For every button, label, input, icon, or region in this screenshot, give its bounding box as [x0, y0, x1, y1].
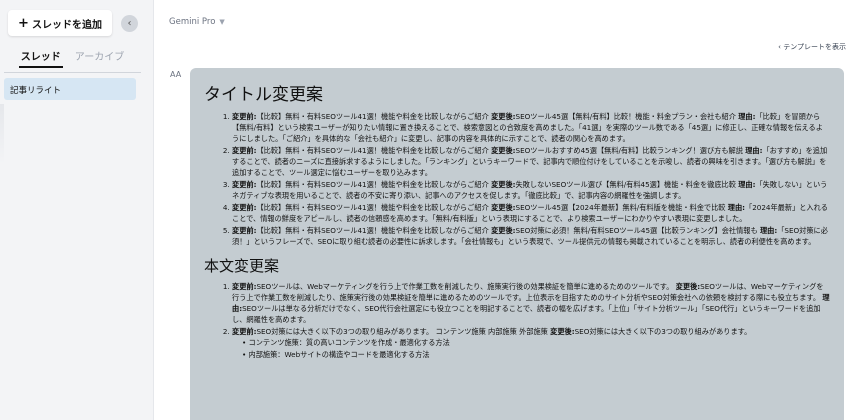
list-item: 変更前:【比較】無料・有料SEOツール41選！機能や料金を比較しながらご紹介 変… [232, 179, 830, 201]
divider [4, 72, 141, 73]
main-panel: Gemini Pro▼ ‹ テンプレートを表示 AA タイトル変更案 変更前:【… [153, 0, 868, 420]
show-template-link[interactable]: ‹ テンプレートを表示 [778, 42, 846, 52]
model-select[interactable]: Gemini Pro ▼ [169, 17, 225, 27]
topbar: Gemini Pro ▼ [154, 0, 868, 34]
title-suggestions: 変更前:【比較】無料・有料SEOツール41選！機能や料金を比較しながらご紹介 変… [204, 111, 830, 247]
chevron-down-icon: ▼ [219, 18, 225, 26]
assistant-avatar: AA [170, 70, 182, 79]
show-template-label: テンプレートを表示 [783, 43, 846, 51]
sub-list: コンテンツ施策：質の高いコンテンツを作成・最適化する方法 内部施策：Webサイト… [232, 337, 830, 360]
sub-list-item: コンテンツ施策：質の高いコンテンツを作成・最適化する方法 [242, 337, 830, 348]
body-suggestions: 変更前:SEOツールは、Webマーケティングを行う上で作業工数を削減したり、施策… [204, 281, 830, 360]
sidebar: + スレッドを追加 ‹ スレッド アーカイブ 記事リライト [0, 0, 145, 420]
model-select-value: Gemini Pro [169, 17, 216, 27]
add-thread-label: スレッドを追加 [31, 19, 102, 31]
sidebar-tabs: スレッド アーカイブ [0, 46, 145, 68]
list-item: 変更前:【比較】無料・有料SEOツール41選！機能や料金を比較しながらご紹介 変… [232, 202, 830, 224]
chevron-left-icon: ‹ [127, 18, 132, 29]
tab-archive[interactable]: アーカイブ [73, 46, 126, 68]
list-item: 変更前:SEO対策には大きく以下の3つの取り組みがあります。 コンテンツ施策 内… [232, 326, 830, 360]
list-item: 変更前:SEOツールは、Webマーケティングを行う上で作業工数を削減したり、施策… [232, 281, 830, 325]
tab-threads[interactable]: スレッド [18, 46, 63, 68]
add-thread-button[interactable]: + スレッドを追加 [8, 10, 112, 36]
thread-item[interactable]: 記事リライト [4, 78, 136, 100]
assistant-message: タイトル変更案 変更前:【比較】無料・有料SEOツール41選！機能や料金を比較し… [190, 68, 844, 420]
list-item: 変更前:【比較】無料・有料SEOツール41選！機能や料金を比較しながらご紹介 変… [232, 225, 830, 247]
body-heading: 本文変更案 [204, 257, 280, 275]
list-item: 変更前:【比較】無料・有料SEOツール41選！機能や料金を比較しながらご紹介 変… [232, 145, 830, 178]
list-item: 変更前:【比較】無料・有料SEOツール41選！機能や料金を比較しながらご紹介 変… [232, 111, 830, 144]
title-heading: タイトル変更案 [204, 85, 323, 105]
sidebar-edge [0, 104, 4, 164]
sub-list-item: 内部施策：Webサイトの構造やコードを最適化する方法 [242, 349, 830, 360]
collapse-sidebar-button[interactable]: ‹ [121, 15, 138, 32]
plus-icon: + [18, 15, 29, 31]
